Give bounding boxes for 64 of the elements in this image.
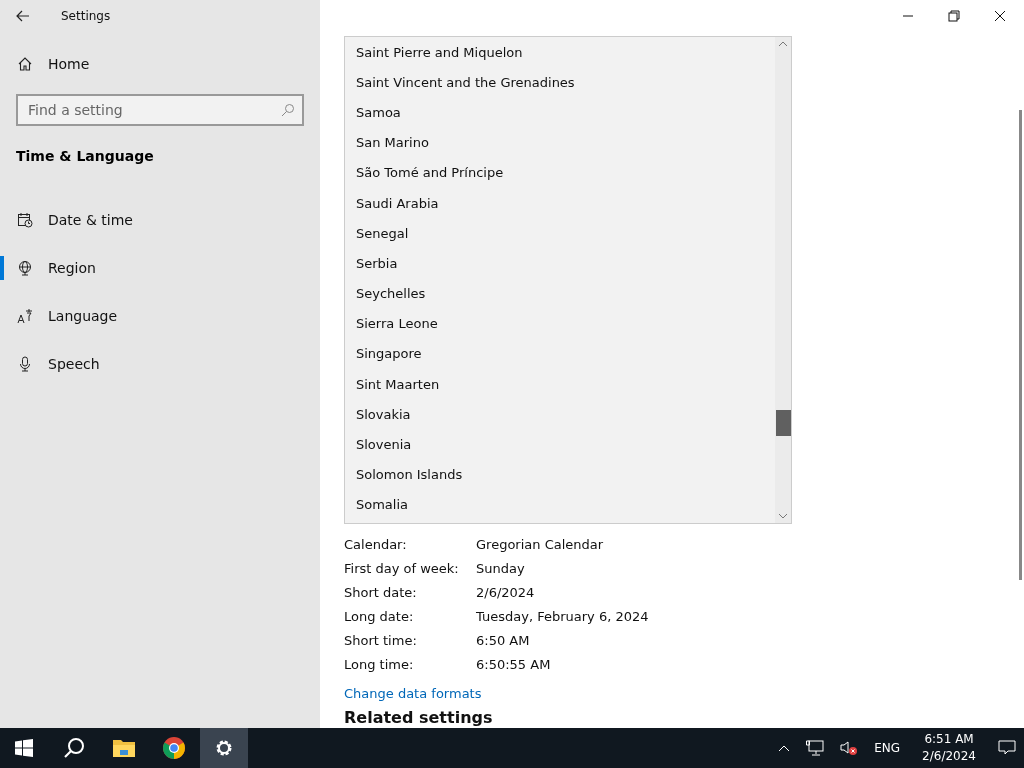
format-value: Gregorian Calendar [476, 536, 604, 552]
list-option[interactable]: Samoa [356, 97, 775, 128]
search-icon [281, 103, 295, 117]
format-label: Short date: [344, 584, 418, 600]
calendar-clock-icon [17, 212, 33, 228]
sidebar-item[interactable]: Date & time [0, 196, 320, 244]
list-option[interactable]: São Tomé and Príncipe [356, 157, 775, 188]
gear-icon [214, 738, 234, 758]
format-label: Long time: [344, 656, 415, 672]
list-option[interactable]: Singapore [356, 338, 775, 370]
close-icon[interactable] [994, 10, 1006, 22]
format-label: First day of week: [344, 560, 460, 576]
notification-icon[interactable] [998, 740, 1016, 756]
list-option[interactable]: Saint Vincent and the Grenadines [356, 67, 775, 98]
list-option[interactable]: Saint Pierre and Miquelon [356, 37, 775, 68]
scroll-down-icon[interactable] [778, 512, 788, 520]
chevron-up-icon[interactable] [778, 744, 791, 752]
globe-icon [17, 260, 33, 276]
format-value: 2/6/2024 [476, 584, 535, 600]
format-label: Short time: [344, 632, 418, 648]
home-nav-item[interactable]: Home [0, 40, 320, 88]
sidebar-item[interactable]: Speech [0, 340, 320, 388]
home-icon [17, 56, 33, 72]
list-scrollbar[interactable] [775, 37, 791, 523]
list-option[interactable]: Saudi Arabia [356, 187, 775, 219]
change-data-formats-link[interactable]: Change data formats [344, 686, 482, 701]
muted-speaker-icon[interactable] [840, 740, 859, 756]
clock[interactable]: 6:51 AM 2/6/2024 [922, 731, 976, 765]
list-option[interactable]: Sint Maarten [356, 369, 775, 400]
language-icon [17, 308, 33, 324]
microphone-icon [17, 356, 33, 372]
list-option[interactable]: Solomon Islands [356, 459, 775, 490]
input-language[interactable]: ENG [874, 741, 901, 755]
list-option[interactable]: San Marino [356, 127, 775, 158]
list-option[interactable]: Slovakia [356, 399, 775, 430]
scroll-up-icon[interactable] [778, 40, 788, 48]
section-heading: Time & Language [15, 147, 155, 166]
scroll-thumb[interactable] [776, 409, 791, 436]
restore-icon[interactable] [948, 10, 960, 22]
list-option[interactable]: Slovenia [356, 429, 775, 460]
list-option[interactable]: Sierra Leone [356, 308, 775, 339]
taskbar-button[interactable] [200, 728, 248, 768]
list-option[interactable]: Serbia [356, 248, 775, 279]
format-label: Calendar: [344, 536, 408, 552]
network-icon[interactable] [806, 740, 825, 756]
format-label: Long date: [344, 608, 415, 624]
list-option[interactable]: Senegal [356, 218, 775, 249]
list-option[interactable]: Somalia [356, 489, 775, 520]
folder-icon [112, 738, 136, 758]
format-value: Tuesday, February 6, 2024 [476, 608, 649, 624]
windows-logo-icon [15, 739, 33, 757]
search-icon [63, 737, 85, 759]
format-value: Sunday [476, 560, 525, 576]
related-settings-heading: Related settings [344, 708, 494, 727]
back-arrow-icon [15, 8, 31, 24]
page-scrollbar[interactable] [1019, 110, 1022, 580]
sidebar-item[interactable]: Language [0, 292, 320, 340]
sidebar-item[interactable]: Region [0, 244, 320, 292]
search-field[interactable]: Find a setting [16, 94, 304, 126]
format-value: 6:50:55 AM [476, 656, 551, 672]
list-option[interactable]: Seychelles [356, 278, 775, 309]
format-value: 6:50 AM [476, 632, 530, 648]
browser-logo-icon [162, 736, 186, 760]
window-title: Settings [61, 9, 111, 23]
